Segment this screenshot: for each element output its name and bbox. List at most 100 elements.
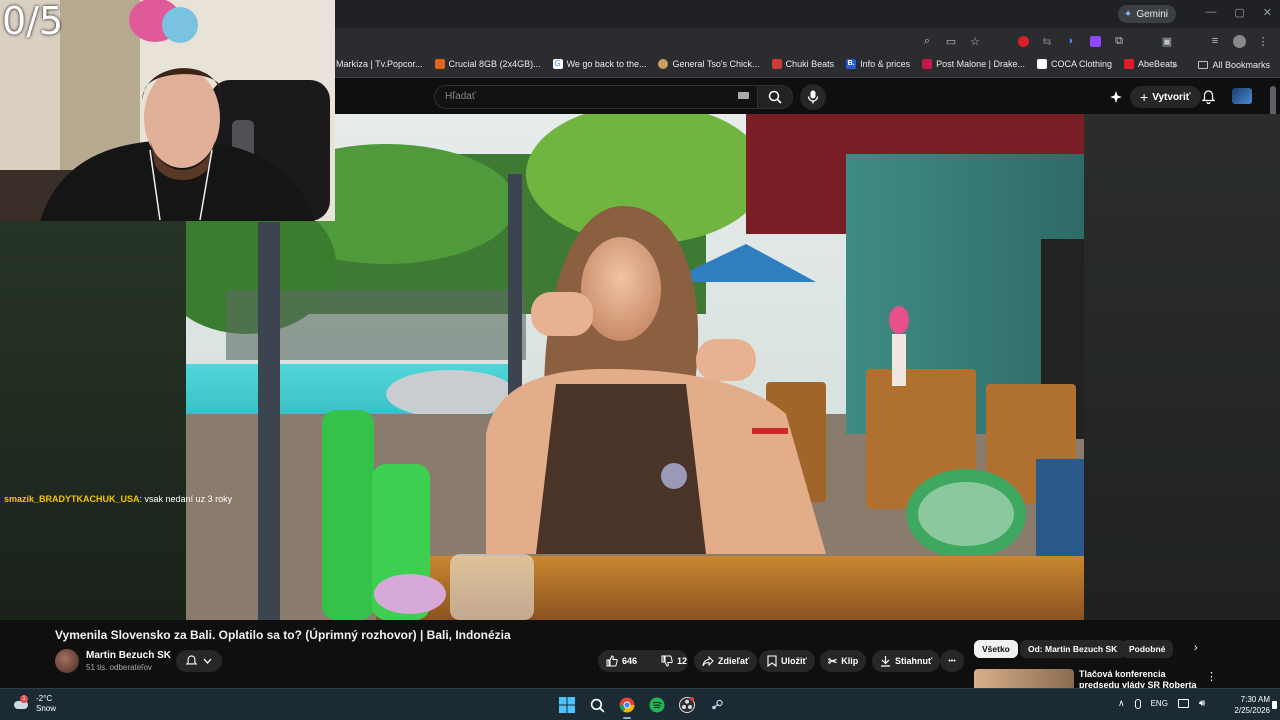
share-button[interactable]: Zdieľať (694, 650, 758, 672)
video-info: Vymenila Slovensko za Bali. Oplatilo sa … (0, 620, 1280, 688)
language-indicator[interactable]: ENG (1151, 699, 1168, 708)
chat-message: smazik_BRADYTKACHUK_USA: vsak nedaní uz … (4, 494, 232, 504)
search-taskbar-icon[interactable] (586, 694, 608, 716)
volume-icon[interactable]: 🔊︎ (1199, 698, 1205, 709)
thumbs-down-icon (661, 655, 673, 667)
toolbar-icons: ⌕ ▭ ☆ ⇆ ◗ ⧉ ▣ ≡ ⋮ (920, 34, 1270, 48)
clip-button[interactable]: ✂ Klip (820, 650, 867, 672)
recommendation-thumbnail[interactable] (974, 669, 1074, 688)
flower (889, 306, 909, 334)
clock-time: 7:30 AM (1240, 695, 1270, 704)
gemini-button[interactable]: ✦ Gemini (1117, 5, 1176, 23)
profile-icon[interactable] (1232, 34, 1246, 48)
chevron-right-icon[interactable]: › (1194, 642, 1198, 654)
menu-dots-icon[interactable]: ⋮ (1256, 34, 1270, 48)
all-bookmarks-button[interactable]: All Bookmarks (1198, 60, 1270, 70)
windows-start-icon[interactable] (556, 694, 578, 716)
cast-icon[interactable]: ▭ (944, 34, 958, 48)
network-icon[interactable] (1177, 699, 1189, 708)
bookmark-item[interactable]: COCA Clothing (1037, 59, 1112, 69)
weather-condition: Snow (36, 704, 57, 713)
extension-red-icon[interactable] (1016, 34, 1030, 48)
account-avatar[interactable] (1232, 88, 1252, 104)
notifications-tray-icon[interactable] (1272, 701, 1277, 709)
face (581, 237, 661, 341)
spacer-icon (1184, 34, 1198, 48)
bookmark-item[interactable]: B. Info & prices (846, 59, 910, 69)
more-actions-button[interactable]: ••• (940, 650, 964, 672)
dislike-button[interactable]: 12 (653, 650, 695, 672)
recommendation-title[interactable]: Tlačová konferencia predsedu vlády SR Ro… (1079, 669, 1199, 688)
create-button[interactable]: + Vytvoriť (1130, 86, 1201, 108)
gemini-label: Gemini (1136, 8, 1168, 20)
booking-favicon: B. (846, 59, 857, 69)
clock-date: 2/25/2026 (1234, 706, 1270, 715)
like-button[interactable]: 646 (598, 650, 645, 672)
bookmark-favicon (658, 59, 669, 69)
score-counter: 0/5 (2, 0, 64, 43)
chat-username: smazik_BRADYTKACHUK_USA (4, 494, 140, 504)
channel-name[interactable]: Martin Bezuch SK (86, 650, 171, 661)
download-button[interactable]: Stiahnuť (872, 650, 941, 672)
weather-widget[interactable]: 1 -2°C Snow (12, 694, 56, 714)
create-label: Vytvoriť (1152, 91, 1191, 103)
keyboard-icon[interactable] (738, 92, 749, 99)
chrome-icon[interactable] (616, 694, 638, 719)
search-input[interactable]: Hľadať (434, 85, 758, 109)
channel-avatar[interactable] (55, 649, 79, 673)
bookmark-item[interactable]: Crucial 8GB (2x4GB)... (434, 59, 541, 69)
system-tray: ∧ ENG 🔊︎ (1118, 698, 1205, 709)
snow-cloud-icon: 1 (12, 695, 30, 713)
steam-icon[interactable] (706, 694, 728, 716)
notifications-bell-icon[interactable] (1200, 89, 1216, 105)
subscription-bell-button[interactable] (176, 650, 222, 672)
spacer-icon (1136, 34, 1150, 48)
subscriber-count: 51 tis. odberateľov (86, 663, 152, 672)
obs-icon[interactable] (676, 694, 698, 716)
bookmark-item[interactable]: Chuki Beats (771, 59, 834, 69)
taskbar: 1 -2°C Snow ∧ ENG 🔊︎ 7:30 AM 2/25/2026 (0, 688, 1280, 720)
premium-sparkle-icon[interactable] (1108, 89, 1124, 105)
extension-purple-icon[interactable] (1088, 34, 1102, 48)
chip-all[interactable]: Všetko (974, 640, 1018, 658)
bookmark-favicon (1124, 59, 1135, 69)
reading-list-icon[interactable]: ≡ (1208, 34, 1222, 48)
bookmark-favicon (434, 59, 445, 69)
extension-blue-icon[interactable]: ◗ (1064, 34, 1078, 48)
extension-gray-icon[interactable]: ⇆ (1040, 34, 1054, 48)
extensions-puzzle-icon[interactable]: ⧉ (1112, 34, 1126, 48)
bookmarks-overflow-icon[interactable]: » (1172, 60, 1178, 71)
chip-from-channel[interactable]: Od: Martin Bezuch SK (1020, 640, 1126, 658)
voice-search-button[interactable] (800, 84, 826, 110)
brooch (661, 463, 687, 489)
recommendation-menu-icon[interactable]: ⋮ (1206, 670, 1217, 683)
save-button[interactable]: Uložiť (759, 650, 815, 672)
bookmark-item[interactable]: G We go back to the... (552, 59, 646, 69)
bookmark-item[interactable]: General Tso's Chick... (658, 59, 760, 69)
chip-related[interactable]: Podobné (1121, 640, 1174, 658)
clock[interactable]: 7:30 AM 2/25/2026 (1226, 694, 1270, 716)
microphone-tray-icon[interactable] (1134, 698, 1141, 709)
share-label: Zdieľať (718, 656, 750, 666)
hand-left (531, 292, 593, 336)
bookmark-item[interactable]: Markíza | Tv.Popcor... (336, 59, 423, 69)
bottle-cap (374, 574, 446, 614)
search-button[interactable] (757, 85, 793, 109)
minimize-button[interactable]: — (1205, 6, 1216, 19)
maximize-button[interactable]: ▢ (1234, 6, 1244, 19)
bookmark-item[interactable]: AbeBeats (1124, 59, 1177, 69)
webcam-overlay: 0/5 (0, 0, 335, 221)
bookmark-star-icon[interactable]: ☆ (968, 34, 982, 48)
thumbs-up-icon (606, 655, 618, 667)
hand-right (696, 339, 756, 381)
all-bookmarks-label: All Bookmarks (1212, 60, 1270, 70)
tray-overflow-icon[interactable]: ∧ (1118, 698, 1125, 709)
close-button[interactable]: ✕ (1263, 6, 1272, 19)
taskbar-apps (556, 694, 728, 719)
spotify-icon[interactable] (646, 694, 668, 716)
pole (258, 222, 280, 620)
bookmark-item[interactable]: Post Malone | Drake... (922, 59, 1025, 69)
side-panel-icon[interactable]: ▣ (1160, 34, 1174, 48)
zoom-icon[interactable]: ⌕ (920, 34, 934, 48)
like-count: 646 (622, 656, 638, 666)
